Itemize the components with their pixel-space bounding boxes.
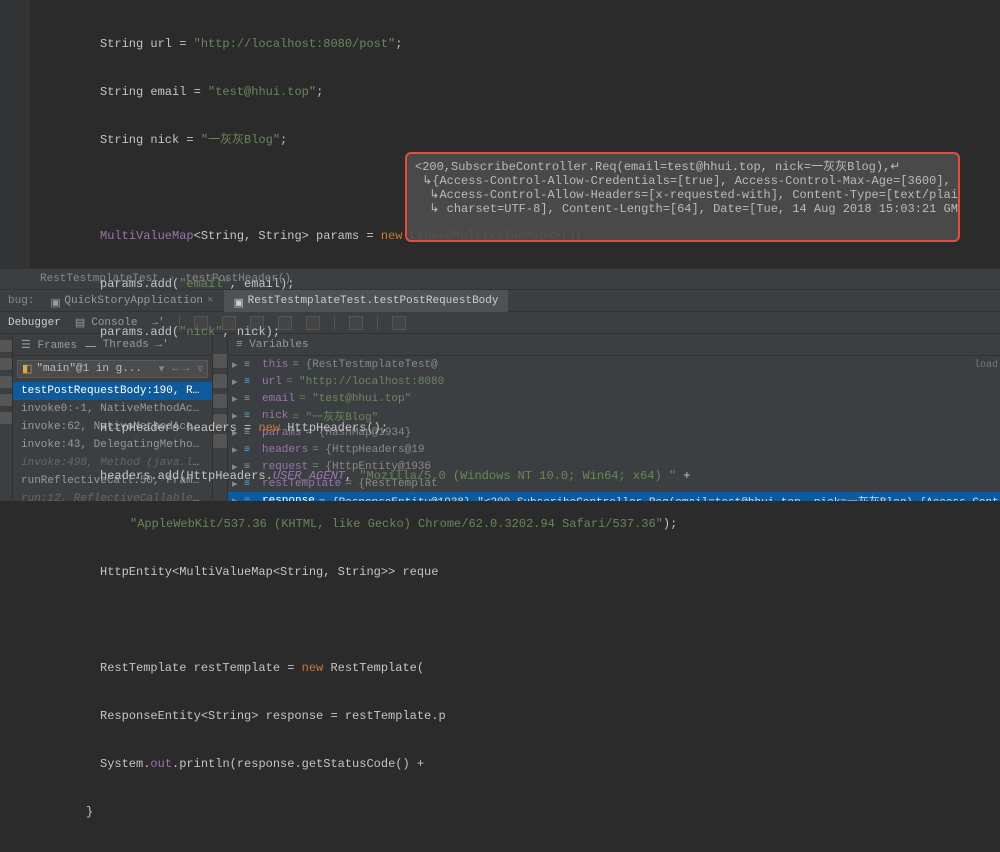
variable-icon [244, 478, 258, 490]
load-indicator: load [974, 360, 998, 371]
variable-icon [244, 359, 258, 371]
variable-icon [244, 376, 258, 388]
variable-icon [244, 427, 258, 439]
variable-icon [244, 410, 258, 422]
code-editor[interactable]: String url = "http://localhost:8080/post… [0, 0, 1000, 268]
editor-gutter [0, 0, 30, 268]
debug-value-tooltip: <200,SubscribeController.Req(email=test@… [405, 152, 960, 242]
variable-icon [244, 444, 258, 456]
variable-icon [244, 393, 258, 405]
variable-icon [244, 495, 258, 502]
variable-icon [244, 461, 258, 473]
code-content: String url = "http://localhost:8080/post… [0, 4, 1000, 852]
